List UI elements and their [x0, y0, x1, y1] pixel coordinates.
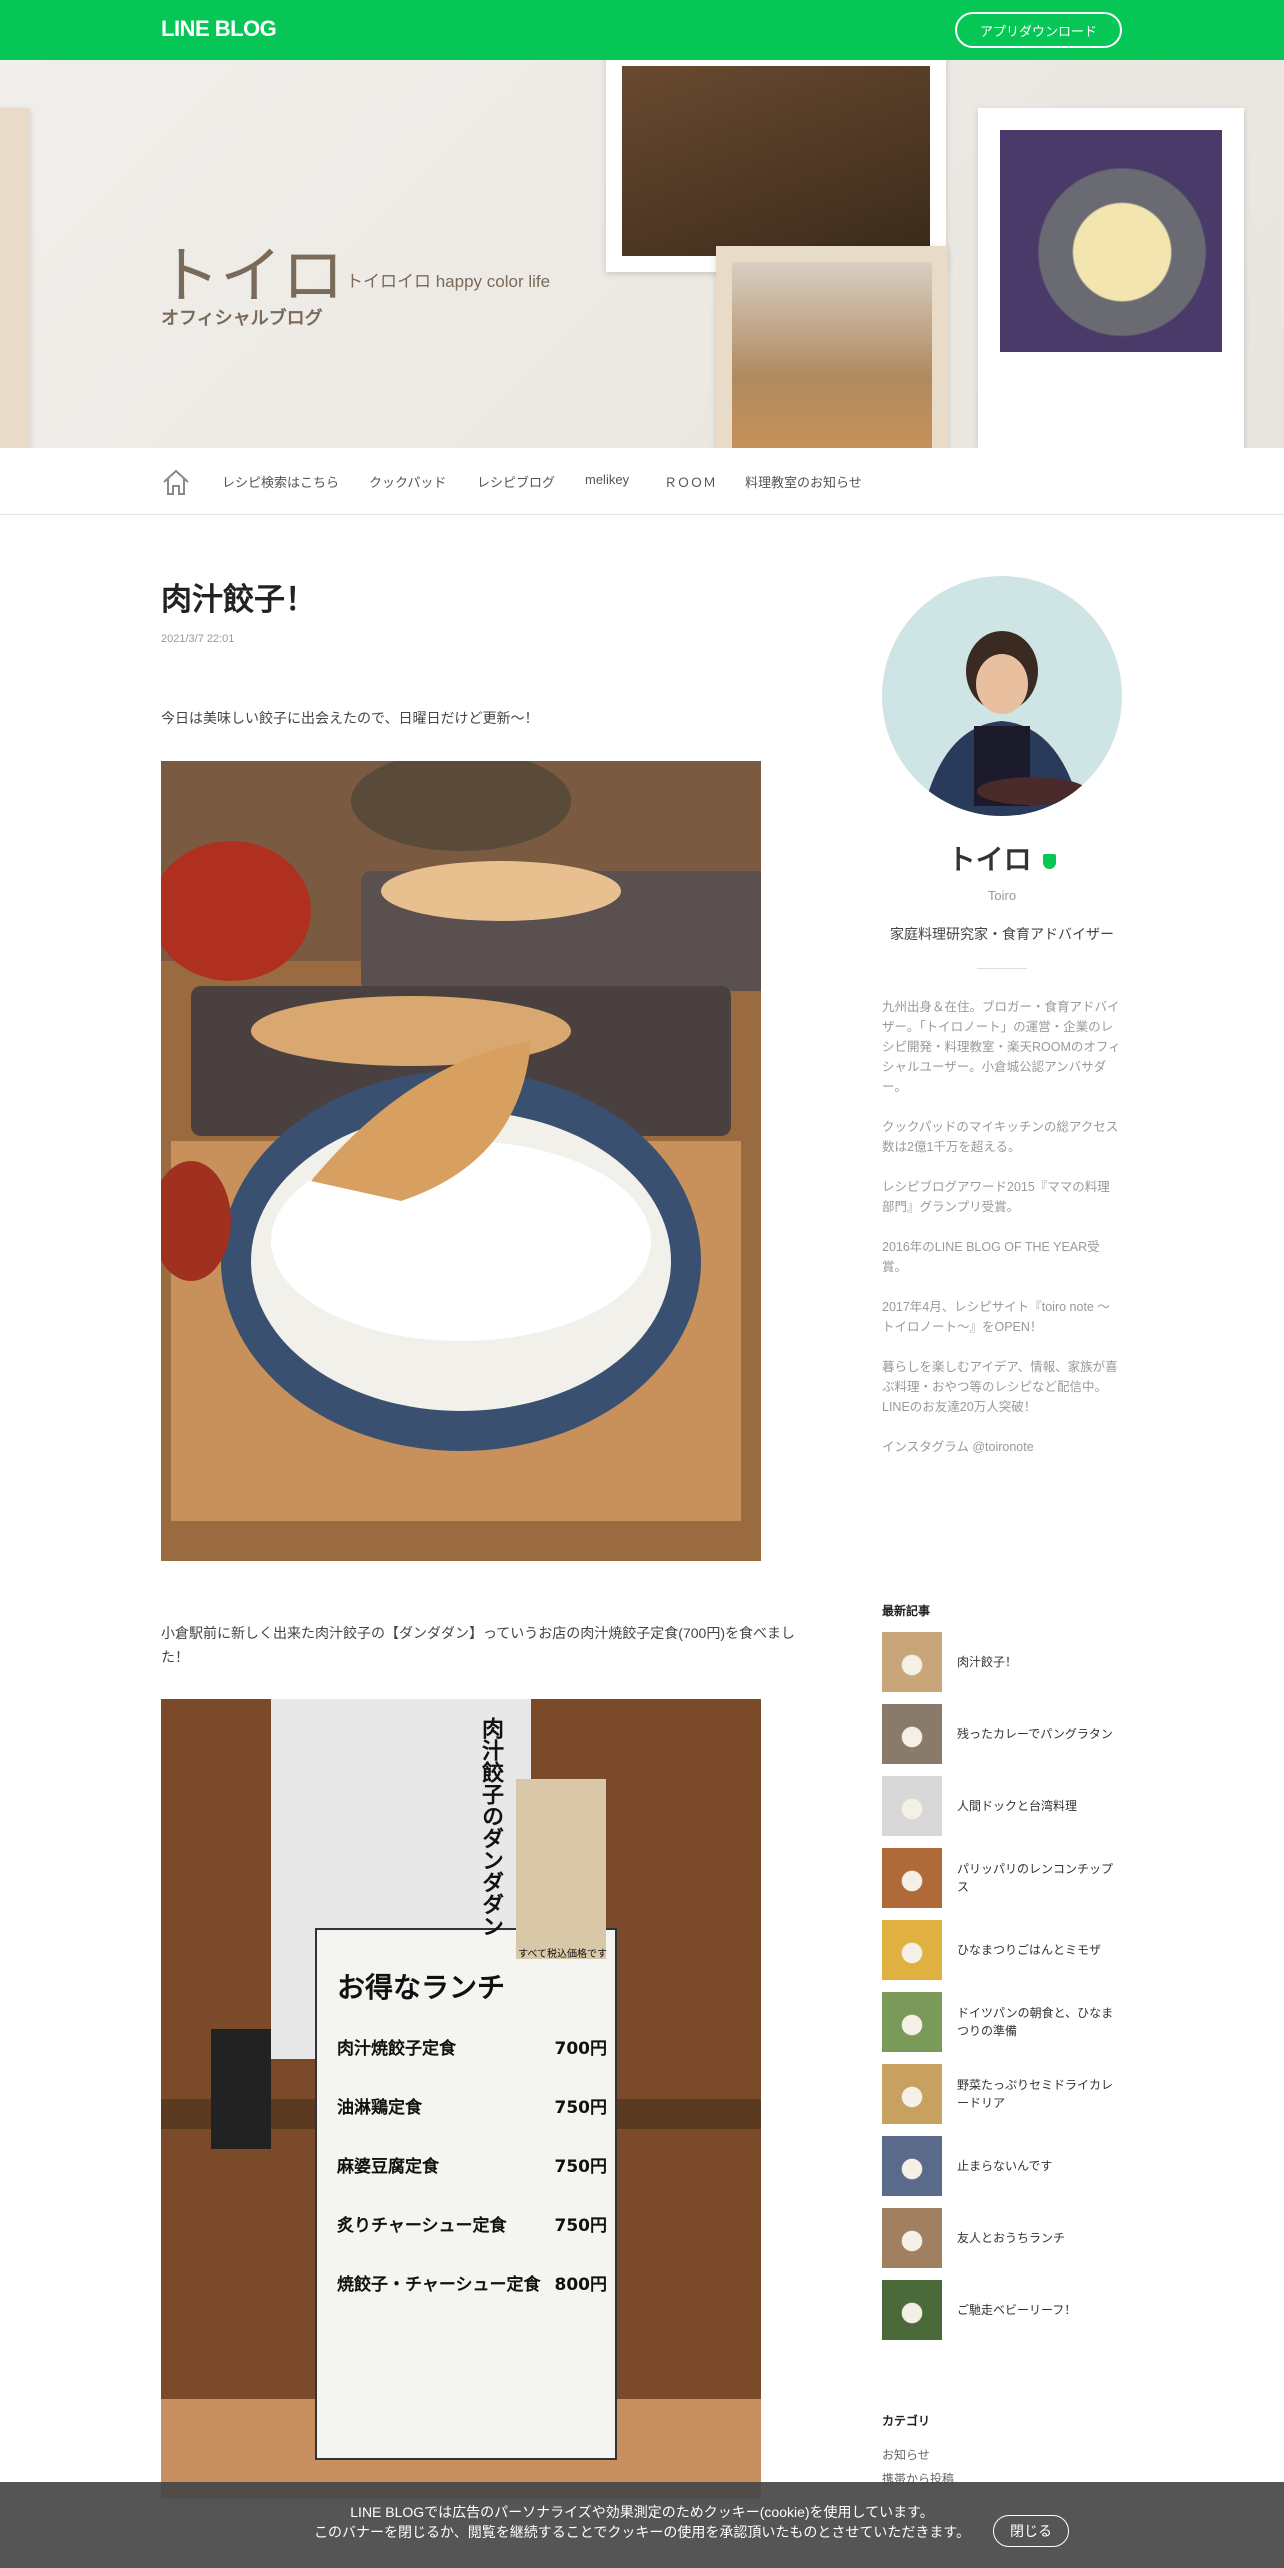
- recent-item[interactable]: ご馳走ベビーリーフ！: [882, 2280, 1122, 2352]
- recent-thumb[interactable]: [882, 1704, 942, 1764]
- recent-heading: 最新記事: [882, 1604, 931, 1618]
- profile-bio: 九州出身＆在住。ブロガー・食育アドバイザー。「トイロノート」の運営・企業のレシピ…: [882, 997, 1122, 1477]
- profile-name: トイロ: [882, 838, 1122, 878]
- recent-title[interactable]: 肉汁餃子！: [957, 1632, 1122, 1692]
- menu-board-top: すべて税込価格です: [518, 1949, 607, 1960]
- recent-list: 肉汁餃子！ 残ったカレーでパングラタン 人間ドックと台湾料理 パリッパリのレンコ…: [882, 1632, 1122, 2352]
- cookie-line-1: LINE BLOGでは広告のパーソナライズや効果測定のためクッキー(cookie…: [350, 2504, 934, 2520]
- recent-item[interactable]: パリッパリのレンコンチップス: [882, 1848, 1122, 1920]
- nav-cookpad[interactable]: クックパッド: [369, 472, 446, 491]
- bio-paragraph: 九州出身＆在住。ブロガー・食育アドバイザー。「トイロノート」の運営・企業のレシピ…: [882, 1000, 1121, 1094]
- post-title: 肉汁餃子！: [161, 582, 316, 617]
- recent-thumb[interactable]: [882, 2208, 942, 2268]
- recent-item[interactable]: 肉汁餃子！: [882, 1632, 1122, 1704]
- menu-item-price: 750円: [554, 2157, 608, 2177]
- gyoza-photo: [161, 761, 761, 1561]
- global-nav: レシピ検索はこちら クックパッド レシピブログ melikey ＲＯＯＭ 料理教…: [0, 448, 1284, 515]
- profile-romaji: Toiro: [987, 888, 1017, 903]
- header-photo-left: [0, 108, 30, 448]
- recent-item[interactable]: 残ったカレーでパングラタン: [882, 1704, 1122, 1776]
- recent-item[interactable]: 止まらないんです: [882, 2136, 1122, 2208]
- menu-item-price: 700円: [554, 2039, 608, 2059]
- category-heading: カテゴリ: [882, 2414, 931, 2428]
- cookie-close-button[interactable]: 閉じる: [993, 2515, 1069, 2547]
- recent-item[interactable]: 野菜たっぷりセミドライカレードリア: [882, 2064, 1122, 2136]
- line-blog-logo[interactable]: LINE BLOG: [161, 16, 277, 42]
- recent-thumb[interactable]: [882, 1776, 942, 1836]
- recent-title[interactable]: 残ったカレーでパングラタン: [957, 1704, 1122, 1764]
- header-photo-bagel: [716, 246, 948, 448]
- menu-item-price: 750円: [554, 2216, 608, 2236]
- menu-board-title: お得なランチ: [337, 1971, 506, 2004]
- recent-title[interactable]: 友人とおうちランチ: [957, 2208, 1122, 2268]
- category-item[interactable]: お知らせ: [882, 2446, 930, 2463]
- recent-thumb[interactable]: [882, 1992, 942, 2052]
- menu-item-price: 800円: [554, 2275, 608, 2295]
- bio-paragraph: 暮らしを楽しむアイデア、情報、家族が喜ぶ料理・おやつ等のレシピなど配信中。LIN…: [882, 1360, 1118, 1414]
- recent-thumb[interactable]: [882, 2136, 942, 2196]
- home-icon[interactable]: [161, 468, 191, 496]
- cookie-banner: LINE BLOGでは広告のパーソナライズや効果測定のためクッキー(cookie…: [0, 2482, 1284, 2568]
- menu-board-photo: すべて税込価格です お得なランチ 肉汁焼餃子定食 700円 油淋鶏定食 750円…: [161, 1699, 761, 2499]
- recent-title[interactable]: 人間ドックと台湾料理: [957, 1776, 1122, 1836]
- menu-item-name: 焼餃子・チャーシュー定食: [337, 2275, 541, 2295]
- recent-title[interactable]: パリッパリのレンコンチップス: [957, 1848, 1122, 1908]
- header-photo-omurice: [978, 108, 1244, 448]
- recent-item[interactable]: 人間ドックと台湾料理: [882, 1776, 1122, 1848]
- recent-thumb[interactable]: [882, 2280, 942, 2340]
- recent-title[interactable]: ドイツパンの朝食と、ひなまつりの準備: [957, 1992, 1122, 2052]
- top-bar: LINE BLOG アプリダウンロード: [0, 0, 1284, 60]
- recent-title[interactable]: 止まらないんです: [957, 2136, 1122, 2196]
- nav-recipe-blog[interactable]: レシピブログ: [477, 472, 555, 491]
- menu-item-price: 750円: [554, 2098, 608, 2118]
- profile-role: 家庭料理研究家・食育アドバイザー: [890, 926, 1114, 942]
- profile-avatar[interactable]: [882, 576, 1122, 816]
- menu-item-name: 麻婆豆腐定食: [337, 2157, 439, 2177]
- recent-thumb[interactable]: [882, 1848, 942, 1908]
- recent-thumb[interactable]: [882, 1632, 942, 1692]
- recent-item[interactable]: 友人とおうちランチ: [882, 2208, 1122, 2280]
- menu-item-name: 肉汁焼餃子定食: [337, 2039, 456, 2059]
- menu-board-brand: 肉汁餃子のダンダダン: [478, 1717, 503, 1937]
- verified-badge-icon: [1043, 854, 1057, 870]
- bio-paragraph: クックパッドのマイキッチンの総アクセス数は2億1千万を超える。: [882, 1120, 1119, 1154]
- recent-item[interactable]: ドイツパンの朝食と、ひなまつりの準備: [882, 1992, 1122, 2064]
- recent-title[interactable]: ひなまつりごはんとミモザ: [957, 1920, 1122, 1980]
- post-date: 2021/3/7 22:01: [161, 633, 235, 645]
- post-paragraph-1: 今日は美味しい餃子に出会えたので、日曜日だけど更新〜！: [161, 710, 539, 726]
- bio-instagram[interactable]: インスタグラム @toironote: [882, 1437, 1122, 1457]
- header-photo-jars: [606, 60, 946, 272]
- recent-item[interactable]: ひなまつりごはんとミモザ: [882, 1920, 1122, 1992]
- bio-paragraph: 2016年のLINE BLOG OF THE YEAR受賞。: [882, 1240, 1100, 1274]
- menu-item-name: 油淋鶏定食: [337, 2098, 422, 2118]
- post-paragraph-2: 小倉駅前に新しく出来た肉汁餃子の【ダンダダン】っていうお店の肉汁焼餃子定食(70…: [161, 1625, 795, 1665]
- cookie-line-2: このバナーを閉じるか、閲覧を継続することでクッキーの使用を承認頂いたものとさせて…: [314, 2524, 970, 2540]
- profile-name-text: トイロ: [947, 844, 1032, 875]
- nav-melikey[interactable]: melikey: [585, 472, 629, 487]
- bio-paragraph: レシピブログアワード2015『ママの料理部門』グランプリ受賞。: [882, 1180, 1110, 1214]
- recent-title[interactable]: 野菜たっぷりセミドライカレードリア: [957, 2064, 1122, 2124]
- blog-title[interactable]: トイロ: [158, 225, 344, 315]
- blog-subtitle: トイロイロ happy color life: [346, 272, 551, 291]
- menu-item-name: 炙りチャーシュー定食: [337, 2216, 507, 2236]
- cookie-message: LINE BLOGでは広告のパーソナライズや効果測定のためクッキー(cookie…: [0, 2502, 1284, 2542]
- profile-divider: [977, 968, 1027, 969]
- recent-thumb[interactable]: [882, 1920, 942, 1980]
- recent-title[interactable]: ご馳走ベビーリーフ！: [957, 2280, 1122, 2340]
- nav-cooking-class[interactable]: 料理教室のお知らせ: [745, 472, 862, 491]
- blog-header: トイロ トイロイロ happy color life オフィシャルブログ: [0, 60, 1284, 448]
- nav-recipe-search[interactable]: レシピ検索はこちら: [222, 472, 339, 491]
- blog-tagline: オフィシャルブログ: [161, 308, 323, 328]
- app-download-button[interactable]: アプリダウンロード: [955, 12, 1122, 48]
- recent-thumb[interactable]: [882, 2064, 942, 2124]
- nav-room[interactable]: ＲＯＯＭ: [664, 472, 716, 491]
- bio-paragraph: 2017年4月、レシピサイト『toiro note 〜トイロノート〜』をOPEN…: [882, 1300, 1110, 1334]
